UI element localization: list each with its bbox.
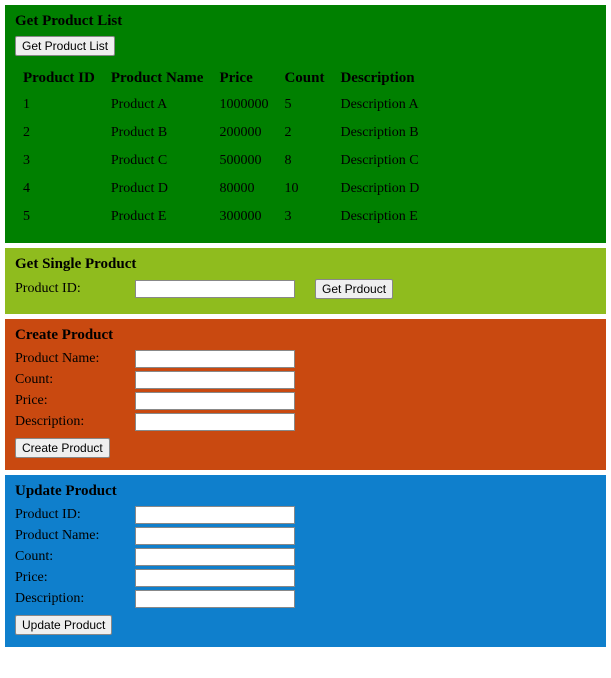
create-desc-input[interactable] <box>135 413 295 431</box>
update-price-label: Price: <box>15 570 135 586</box>
cell-price: 1000000 <box>211 91 276 119</box>
table-row: 2 Product B 200000 2 Description B <box>15 119 427 147</box>
table-row: 5 Product E 300000 3 Description E <box>15 203 427 231</box>
cell-id: 2 <box>15 119 103 147</box>
update-id-label: Product ID: <box>15 507 135 523</box>
create-price-input[interactable] <box>135 392 295 410</box>
single-id-label: Product ID: <box>15 281 135 297</box>
update-desc-label: Description: <box>15 591 135 607</box>
update-count-input[interactable] <box>135 548 295 566</box>
table-row: 4 Product D 80000 10 Description D <box>15 175 427 203</box>
cell-desc: Description C <box>332 147 427 175</box>
header-name: Product Name <box>103 66 212 91</box>
update-desc-input[interactable] <box>135 590 295 608</box>
cell-price: 200000 <box>211 119 276 147</box>
cell-id: 3 <box>15 147 103 175</box>
cell-desc: Description B <box>332 119 427 147</box>
update-id-input[interactable] <box>135 506 295 524</box>
cell-id: 5 <box>15 203 103 231</box>
cell-price: 500000 <box>211 147 276 175</box>
cell-name: Product E <box>103 203 212 231</box>
create-count-label: Count: <box>15 372 135 388</box>
cell-desc: Description A <box>332 91 427 119</box>
header-count: Count <box>276 66 332 91</box>
update-product-panel: Update Product Product ID: Product Name:… <box>5 475 606 647</box>
create-name-input[interactable] <box>135 350 295 368</box>
header-price: Price <box>211 66 276 91</box>
table-row: 1 Product A 1000000 5 Description A <box>15 91 427 119</box>
create-product-button[interactable]: Create Product <box>15 438 110 458</box>
update-name-label: Product Name: <box>15 528 135 544</box>
cell-name: Product B <box>103 119 212 147</box>
get-single-product-panel: Get Single Product Product ID: Get Prdou… <box>5 248 606 314</box>
create-count-input[interactable] <box>135 371 295 389</box>
update-count-label: Count: <box>15 549 135 565</box>
table-row: 3 Product C 500000 8 Description C <box>15 147 427 175</box>
product-table: Product ID Product Name Price Count Desc… <box>15 66 427 231</box>
cell-id: 1 <box>15 91 103 119</box>
cell-price: 300000 <box>211 203 276 231</box>
get-product-list-button[interactable]: Get Product List <box>15 36 115 56</box>
create-desc-label: Description: <box>15 414 135 430</box>
header-desc: Description <box>332 66 427 91</box>
cell-desc: Description E <box>332 203 427 231</box>
get-single-title: Get Single Product <box>15 256 596 273</box>
create-price-label: Price: <box>15 393 135 409</box>
cell-count: 2 <box>276 119 332 147</box>
cell-count: 8 <box>276 147 332 175</box>
cell-id: 4 <box>15 175 103 203</box>
cell-price: 80000 <box>211 175 276 203</box>
header-id: Product ID <box>15 66 103 91</box>
create-title: Create Product <box>15 327 596 344</box>
cell-name: Product D <box>103 175 212 203</box>
table-header-row: Product ID Product Name Price Count Desc… <box>15 66 427 91</box>
cell-desc: Description D <box>332 175 427 203</box>
cell-count: 10 <box>276 175 332 203</box>
single-id-input[interactable] <box>135 280 295 298</box>
cell-name: Product C <box>103 147 212 175</box>
cell-name: Product A <box>103 91 212 119</box>
cell-count: 3 <box>276 203 332 231</box>
update-name-input[interactable] <box>135 527 295 545</box>
cell-count: 5 <box>276 91 332 119</box>
update-product-button[interactable]: Update Product <box>15 615 112 635</box>
get-product-button[interactable]: Get Prdouct <box>315 279 393 299</box>
get-product-list-panel: Get Product List Get Product List Produc… <box>5 5 606 243</box>
update-title: Update Product <box>15 483 596 500</box>
create-product-panel: Create Product Product Name: Count: Pric… <box>5 319 606 470</box>
update-price-input[interactable] <box>135 569 295 587</box>
get-list-title: Get Product List <box>15 13 596 30</box>
create-name-label: Product Name: <box>15 351 135 367</box>
